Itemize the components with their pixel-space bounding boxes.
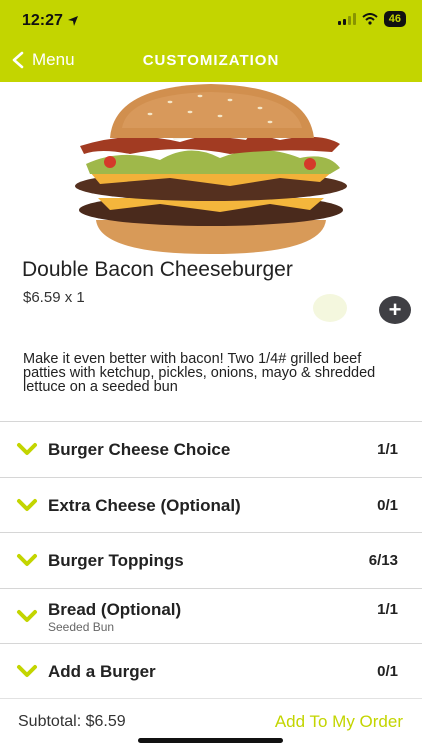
product-name: Double Bacon Cheeseburger bbox=[22, 258, 293, 281]
option-label: Bread (Optional) bbox=[48, 599, 182, 619]
option-label: Add a Burger bbox=[48, 662, 156, 681]
option-count: 0/1 bbox=[377, 663, 398, 680]
home-indicator[interactable] bbox=[138, 738, 283, 743]
product-image bbox=[75, 84, 347, 254]
option-count: 1/1 bbox=[377, 600, 398, 618]
battery-icon: 46 bbox=[383, 11, 406, 27]
option-count: 0/1 bbox=[377, 496, 398, 514]
product-description: Make it even better with bacon! Two 1/4#… bbox=[23, 351, 376, 395]
chevron-down-icon bbox=[17, 554, 37, 566]
status-time-group: 12:27 bbox=[22, 12, 79, 30]
option-count: 6/13 bbox=[368, 552, 398, 569]
decrease-quantity-button[interactable] bbox=[313, 294, 347, 322]
location-arrow-icon bbox=[67, 16, 78, 26]
option-add-a-burger[interactable]: Add a Burger 0/1 bbox=[0, 644, 422, 700]
option-label: Burger Toppings bbox=[48, 551, 184, 570]
option-bread[interactable]: Bread (Optional) Seeded Bun 1/1 bbox=[0, 589, 422, 644]
chevron-down-icon bbox=[17, 665, 37, 677]
chevron-down-icon bbox=[17, 498, 37, 511]
option-label: Burger Cheese Choice bbox=[48, 440, 231, 459]
signal-icon bbox=[337, 13, 356, 25]
wifi-icon bbox=[362, 13, 378, 25]
option-selected-value: Seeded Bun bbox=[48, 619, 115, 634]
chevron-down-icon bbox=[17, 609, 37, 622]
option-burger-cheese-choice[interactable]: Burger Cheese Choice 1/1 bbox=[0, 422, 422, 478]
product-price-quantity: $6.59 x 1 bbox=[23, 289, 85, 306]
option-group-list: Burger Cheese Choice 1/1 Extra Cheese (O… bbox=[0, 421, 422, 700]
option-count: 1/1 bbox=[377, 441, 398, 458]
add-quantity-button[interactable]: + bbox=[379, 296, 411, 324]
chevron-down-icon bbox=[17, 443, 37, 455]
header-bar: 12:27 46 Menu Customization bbox=[0, 0, 422, 82]
status-time: 12:27 bbox=[22, 12, 63, 29]
option-extra-cheese[interactable]: Extra Cheese (Optional) 0/1 bbox=[0, 478, 422, 533]
nav-row: Menu Customization bbox=[0, 44, 422, 78]
status-bar: 12:27 46 bbox=[0, 0, 422, 40]
option-label: Extra Cheese (Optional) bbox=[48, 495, 241, 515]
subtotal-text: Subtotal: $6.59 bbox=[18, 713, 126, 730]
plus-icon: + bbox=[388, 297, 402, 322]
add-to-order-button[interactable]: Add To My Order bbox=[275, 712, 403, 732]
status-icons: 46 bbox=[337, 11, 406, 27]
page-title: Customization bbox=[142, 52, 280, 69]
option-burger-toppings[interactable]: Burger Toppings 6/13 bbox=[0, 533, 422, 589]
